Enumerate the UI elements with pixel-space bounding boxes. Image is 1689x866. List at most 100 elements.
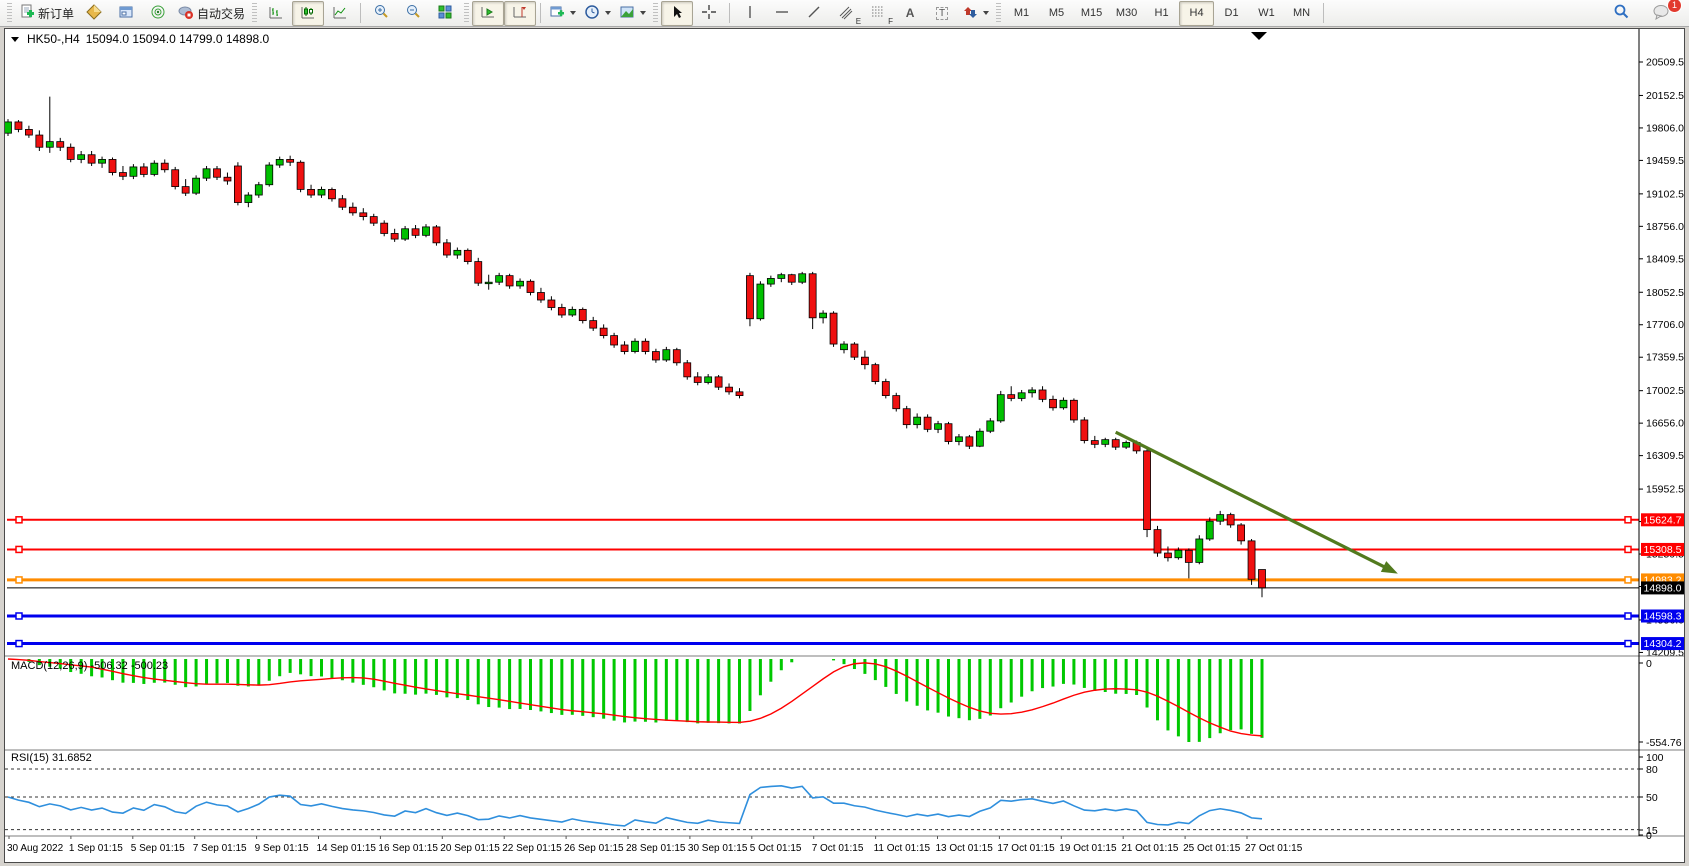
svg-text:21 Oct 01:15: 21 Oct 01:15 [1121, 843, 1179, 854]
new-chart-icon [549, 4, 565, 23]
toolbar-grip[interactable] [464, 3, 469, 23]
svg-text:16309.5: 16309.5 [1646, 450, 1684, 462]
svg-text:5 Oct 01:15: 5 Oct 01:15 [750, 843, 802, 854]
chart-window[interactable]: HK50-,H4 15094.0 15094.0 14799.0 14898.0… [4, 28, 1685, 863]
svg-text:27 Oct 01:15: 27 Oct 01:15 [1245, 843, 1303, 854]
toolbar-grip[interactable] [7, 3, 12, 23]
toolbar-grip[interactable] [996, 3, 1001, 23]
svg-text:30 Aug 2022: 30 Aug 2022 [7, 843, 64, 854]
main-chart-surface[interactable] [5, 29, 1639, 656]
arrows-tool-button[interactable] [958, 1, 993, 26]
svg-text:7 Sep 01:15: 7 Sep 01:15 [193, 843, 247, 854]
gold-diamond-icon [86, 4, 102, 23]
chart-canvas[interactable]: 20509.520152.519806.019459.519102.518756… [5, 29, 1684, 861]
template-button[interactable] [615, 1, 650, 26]
timeframe-button-m15[interactable]: M15 [1074, 1, 1109, 26]
price-axis[interactable] [1639, 29, 1684, 836]
svg-text:28 Sep 01:15: 28 Sep 01:15 [626, 843, 686, 854]
bar-chart-button[interactable] [260, 1, 292, 26]
svg-text:18756.0: 18756.0 [1646, 221, 1684, 233]
timeframe-toolbar: M1M5M15M30H1H4D1W1MN [1004, 1, 1319, 26]
horizontal-line-icon [774, 4, 790, 23]
rsi-axis-label-80: 80 [1646, 764, 1658, 776]
tile-windows-icon [437, 4, 453, 23]
svg-text:19806.0: 19806.0 [1646, 122, 1684, 134]
crosshair-tool-button[interactable] [693, 1, 725, 26]
svg-text:26 Sep 01:15: 26 Sep 01:15 [564, 843, 624, 854]
new-chart-button[interactable] [545, 1, 580, 26]
timeframe-button-h4[interactable]: H4 [1179, 1, 1214, 26]
macd-axis-min: -554.76 [1646, 737, 1682, 749]
zoom-out-button[interactable] [397, 1, 429, 26]
period-clock-button[interactable] [580, 1, 615, 26]
text-tool-button[interactable]: A [894, 1, 926, 26]
navigator-button[interactable] [110, 1, 142, 26]
toolbar-grip[interactable] [252, 3, 257, 23]
candlestick-chart-button[interactable] [292, 1, 324, 26]
svg-text:22 Sep 01:15: 22 Sep 01:15 [502, 843, 562, 854]
channel-sub-letter: E [856, 17, 861, 26]
svg-text:1 Sep 01:15: 1 Sep 01:15 [69, 843, 123, 854]
main-toolbar: 新订单 自动交易 [0, 0, 1689, 27]
svg-text:19459.5: 19459.5 [1646, 155, 1684, 167]
price-line-label-15308.5: 15308.5 [1641, 543, 1684, 556]
timeframe-button-m1[interactable]: M1 [1004, 1, 1039, 26]
trendline-tool-button[interactable] [798, 1, 830, 26]
rsi-line [8, 786, 1262, 826]
svg-text:17 Oct 01:15: 17 Oct 01:15 [997, 843, 1055, 854]
line-chart-icon [332, 4, 348, 23]
crosshair-icon [701, 4, 717, 23]
chart-symbol-period: HK50-,H4 [27, 32, 80, 46]
svg-text:15624.7: 15624.7 [1644, 514, 1682, 526]
timeframe-button-m30[interactable]: M30 [1109, 1, 1144, 26]
cursor-tool-button[interactable] [661, 1, 693, 26]
notifications-button[interactable]: 1 [1645, 1, 1677, 26]
rsi-axis-label-50: 50 [1646, 792, 1658, 804]
timeframe-button-w1[interactable]: W1 [1249, 1, 1284, 26]
chart-ohlc-values: 15094.0 15094.0 14799.0 14898.0 [86, 32, 270, 46]
equidistant-channel-tool-button[interactable]: E [830, 1, 862, 26]
tile-windows-button[interactable] [429, 1, 461, 26]
auto-trading-icon [178, 4, 194, 23]
dropdown-caret [640, 11, 646, 15]
timeframe-button-d1[interactable]: D1 [1214, 1, 1249, 26]
svg-text:25 Oct 01:15: 25 Oct 01:15 [1183, 843, 1241, 854]
new-order-button[interactable]: 新订单 [15, 1, 78, 26]
search-icon [1613, 3, 1630, 23]
timeframe-button-mn[interactable]: MN [1284, 1, 1319, 26]
text-label-tool-icon: T [936, 7, 948, 20]
line-chart-button[interactable] [324, 1, 356, 26]
fibonacci-tool-button[interactable]: F [862, 1, 894, 26]
svg-text:19 Oct 01:15: 19 Oct 01:15 [1059, 843, 1117, 854]
toolbar-separator [729, 3, 730, 23]
rsi-axis-label-100: 100 [1646, 752, 1664, 764]
toolbar-grip[interactable] [653, 3, 658, 23]
timeframe-button-h1[interactable]: H1 [1144, 1, 1179, 26]
auto-trading-button[interactable]: 自动交易 [174, 1, 249, 26]
zoom-in-button[interactable] [365, 1, 397, 26]
text-label-tool-button[interactable]: T [926, 1, 958, 26]
search-button[interactable] [1605, 1, 1637, 26]
notification-badge: 1 [1667, 0, 1682, 13]
auto-scroll-button[interactable] [472, 1, 504, 26]
horizontal-line-tool-button[interactable] [766, 1, 798, 26]
clock-icon [584, 4, 600, 23]
arrows-tool-icon [962, 4, 978, 23]
chart-shift-icon [512, 4, 528, 23]
svg-text:17706.0: 17706.0 [1646, 319, 1684, 331]
chart-image-icon [619, 4, 635, 23]
vertical-line-tool-button[interactable] [734, 1, 766, 26]
fibonacci-icon [870, 4, 886, 23]
svg-text:7 Oct 01:15: 7 Oct 01:15 [812, 843, 864, 854]
svg-text:20152.5: 20152.5 [1646, 90, 1684, 102]
toolbar-separator [360, 3, 361, 23]
chart-shift-button[interactable] [504, 1, 536, 26]
svg-text:16656.0: 16656.0 [1646, 418, 1684, 430]
svg-text:14304.2: 14304.2 [1644, 638, 1682, 650]
chart-menu-icon[interactable] [11, 37, 19, 42]
bar-chart-icon [268, 4, 284, 23]
timeframe-button-m5[interactable]: M5 [1039, 1, 1074, 26]
market-watch-button[interactable] [78, 1, 110, 26]
signals-button[interactable] [142, 1, 174, 26]
svg-text:16 Sep 01:15: 16 Sep 01:15 [378, 843, 438, 854]
